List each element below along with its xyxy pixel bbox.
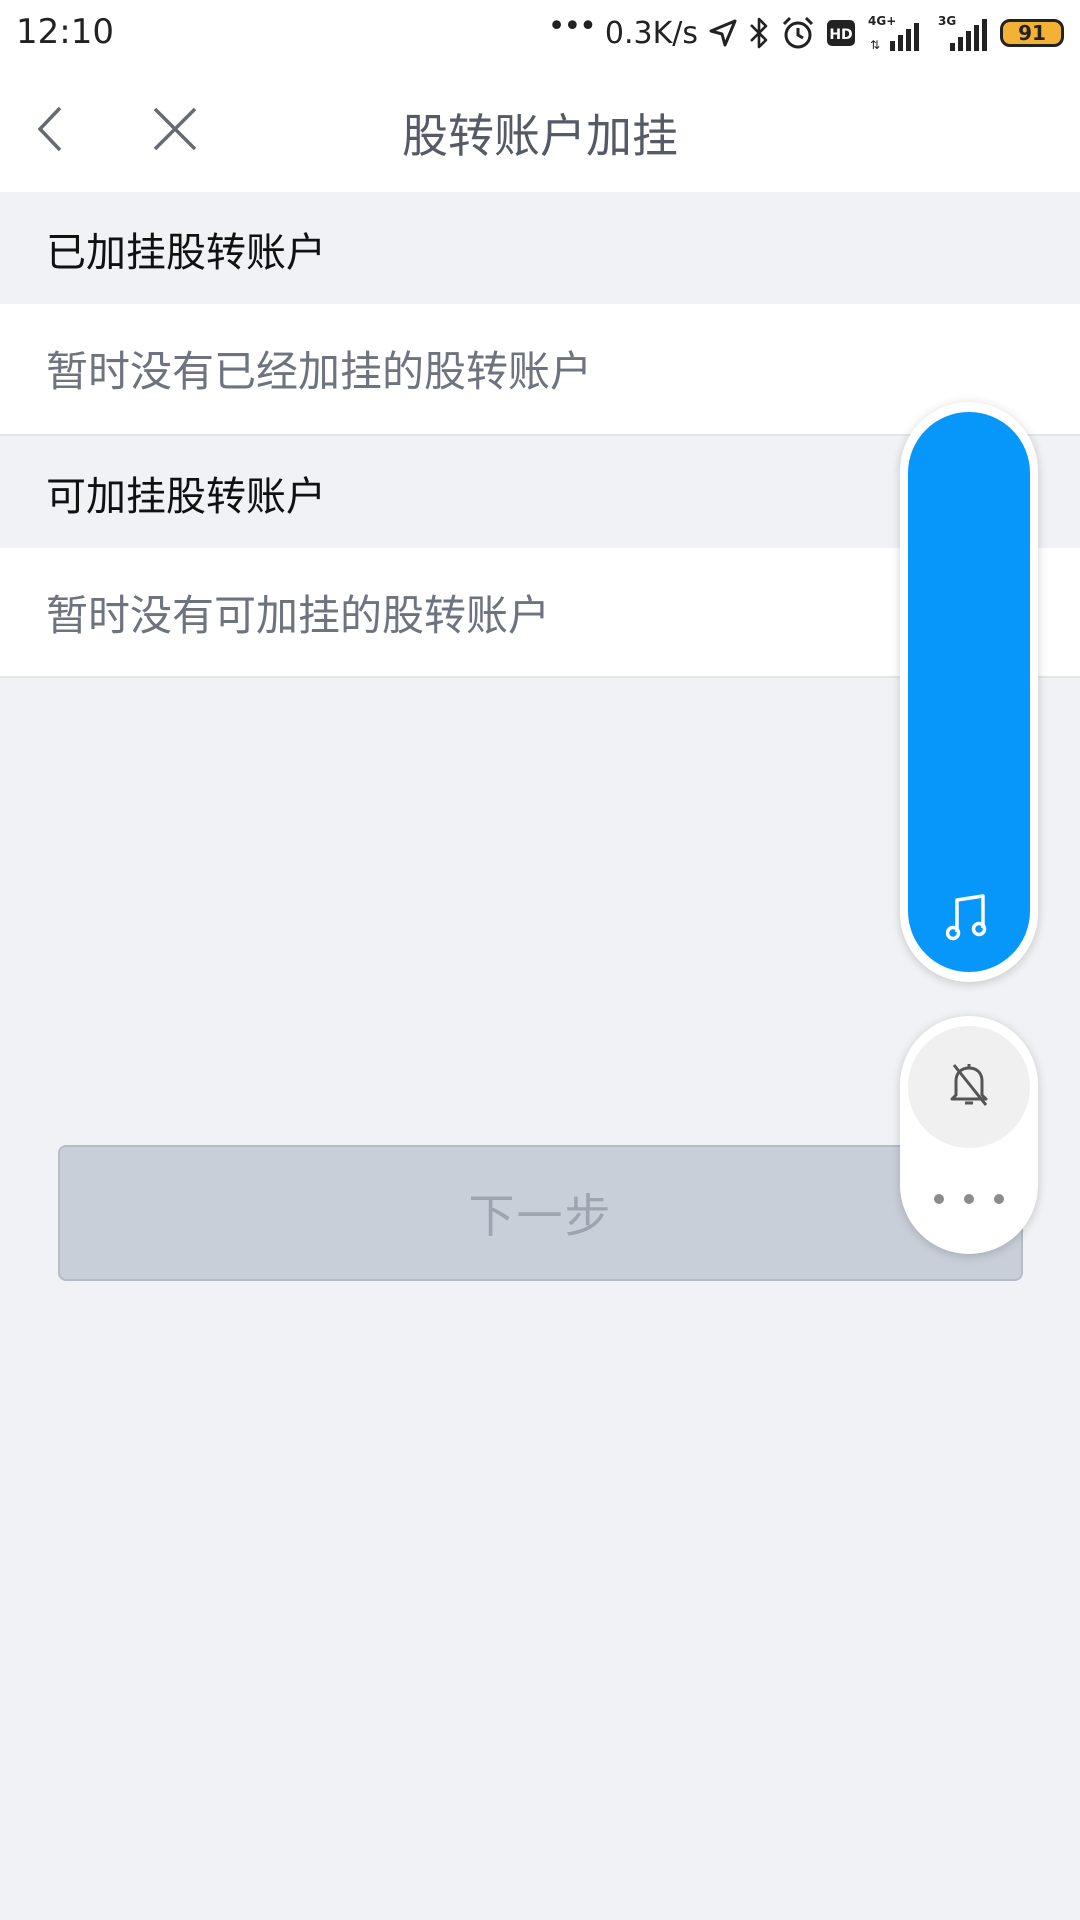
alarm-icon	[780, 15, 816, 51]
network-speed: 0.3K/s	[604, 15, 698, 51]
available-accounts-title: 可加挂股转账户	[46, 474, 326, 520]
volume-slider[interactable]	[900, 402, 1038, 982]
signal-3g-icon: 3G	[936, 13, 990, 53]
more-icon-dot	[934, 1194, 944, 1204]
more-icon-dot	[994, 1194, 1004, 1204]
location-icon	[708, 18, 738, 48]
nav-bar: 股转账户加挂	[0, 66, 1080, 192]
status-time: 12:10	[16, 12, 114, 52]
volume-level-fill	[908, 412, 1030, 972]
mute-toggle-button[interactable]	[908, 1026, 1030, 1148]
linked-accounts-title: 已加挂股转账户	[46, 230, 326, 276]
linked-accounts-header: 已加挂股转账户	[0, 192, 1080, 304]
linked-accounts-list: 暂时没有已经加挂的股转账户	[0, 304, 1080, 436]
available-accounts-empty-text: 暂时没有可加挂的股转账户	[46, 591, 551, 640]
status-bar: 12:10 ••• 0.3K/s HD 4G+ ⇅ 3G 91	[0, 0, 1080, 66]
svg-text:4G+: 4G+	[868, 14, 896, 28]
more-notifications-icon: •••	[547, 9, 597, 44]
next-step-button[interactable]: 下一步	[58, 1145, 1023, 1281]
status-icons: ••• 0.3K/s HD 4G+ ⇅ 3G 91	[548, 10, 1064, 56]
bluetooth-icon	[748, 16, 770, 50]
next-step-label: 下一步	[468, 1189, 613, 1243]
svg-text:⇅: ⇅	[870, 38, 880, 52]
hd-icon: HD	[826, 19, 856, 47]
page-title: 股转账户加挂	[402, 109, 678, 163]
bell-off-icon	[946, 1061, 992, 1113]
signal-4g-icon: 4G+ ⇅	[866, 13, 926, 53]
linked-accounts-empty-text: 暂时没有已经加挂的股转账户	[46, 347, 593, 396]
battery-icon: 91	[1000, 19, 1064, 47]
volume-controls	[900, 1016, 1038, 1254]
more-icon-dot	[964, 1194, 974, 1204]
svg-text:3G: 3G	[938, 14, 956, 28]
music-note-icon	[945, 894, 990, 942]
svg-text:HD: HD	[829, 27, 852, 43]
battery-level: 91	[1018, 21, 1046, 45]
more-options-button[interactable]	[934, 1184, 1004, 1214]
